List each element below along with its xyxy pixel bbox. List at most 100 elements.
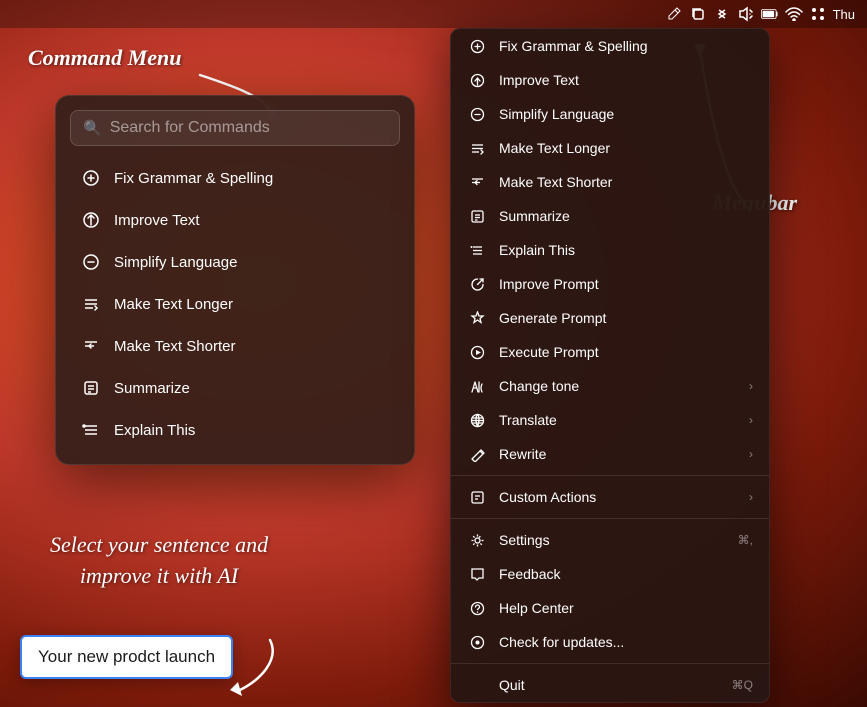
- pen-edit-icon[interactable]: [665, 5, 683, 23]
- selected-text: Your new prodct launch: [38, 647, 215, 666]
- dd-rewrite[interactable]: Rewrite ›: [451, 437, 769, 471]
- dd-item-label: Help Center: [499, 600, 753, 616]
- explain-icon: [80, 419, 102, 441]
- dd-explain[interactable]: Explain This: [451, 233, 769, 267]
- dd-improve-prompt-icon: [467, 274, 487, 294]
- dd-translate[interactable]: Translate ›: [451, 403, 769, 437]
- copy-icon[interactable]: [689, 5, 707, 23]
- dd-item-label: Simplify Language: [499, 106, 753, 122]
- dd-item-label: Execute Prompt: [499, 344, 753, 360]
- dd-item-label: Summarize: [499, 208, 753, 224]
- annotation-line2: improve it with AI: [50, 561, 268, 592]
- dd-item-label: Generate Prompt: [499, 310, 753, 326]
- cmd-item-summarize[interactable]: Summarize: [70, 368, 400, 408]
- make-shorter-icon: [80, 335, 102, 357]
- dd-item-label: Rewrite: [499, 446, 737, 462]
- dd-summarize[interactable]: Summarize: [451, 199, 769, 233]
- dd-longer[interactable]: Make Text Longer: [451, 131, 769, 165]
- dd-item-label: Make Text Shorter: [499, 174, 753, 190]
- cmd-item-label: Simplify Language: [114, 254, 237, 271]
- command-menu-panel: 🔍 Fix Grammar & Spelling Improve Text: [55, 95, 415, 465]
- search-input[interactable]: [110, 119, 387, 137]
- dd-summarize-icon: [467, 206, 487, 226]
- dd-simplify-icon: [467, 104, 487, 124]
- dd-help[interactable]: Help Center: [451, 591, 769, 625]
- annotation-line1: Select your sentence and: [50, 530, 268, 561]
- submenu-arrow: ›: [749, 490, 753, 504]
- cmd-item-simplify[interactable]: Simplify Language: [70, 242, 400, 282]
- dd-feedback-icon: [467, 564, 487, 584]
- dd-update-icon: [467, 632, 487, 652]
- dropdown-menu: Fix Grammar & Spelling Improve Text Simp…: [450, 28, 770, 703]
- cmd-item-fix-grammar[interactable]: Fix Grammar & Spelling: [70, 158, 400, 198]
- cmd-item-improve-text[interactable]: Improve Text: [70, 200, 400, 240]
- dd-item-label: Change tone: [499, 378, 737, 394]
- bluetooth-icon[interactable]: [713, 5, 731, 23]
- dd-execute-icon: [467, 342, 487, 362]
- dd-rewrite-icon: [467, 444, 487, 464]
- dd-change-tone[interactable]: Change tone ›: [451, 369, 769, 403]
- selected-text-box: Your new prodct launch: [20, 635, 233, 679]
- dd-quit[interactable]: Quit ⌘Q: [451, 668, 769, 702]
- submenu-arrow: ›: [749, 447, 753, 461]
- menubar-icons: Thu: [665, 5, 855, 23]
- simplify-icon: [80, 251, 102, 273]
- dd-explain-icon: [467, 240, 487, 260]
- dd-feedback[interactable]: Feedback: [451, 557, 769, 591]
- keyboard-shortcut: ⌘Q: [732, 678, 753, 692]
- dd-settings-icon: [467, 530, 487, 550]
- command-menu-items: Fix Grammar & Spelling Improve Text Simp…: [70, 158, 400, 450]
- dd-item-label: Quit: [499, 677, 720, 693]
- make-longer-icon: [80, 293, 102, 315]
- dd-item-label: Improve Text: [499, 72, 753, 88]
- menubar: Thu: [0, 0, 867, 28]
- dd-settings[interactable]: Settings ⌘,: [451, 523, 769, 557]
- dd-simplify[interactable]: Simplify Language: [451, 97, 769, 131]
- dd-check-updates[interactable]: Check for updates...: [451, 625, 769, 659]
- submenu-arrow: ›: [749, 379, 753, 393]
- dd-item-label: Make Text Longer: [499, 140, 753, 156]
- dd-improve-text[interactable]: Improve Text: [451, 63, 769, 97]
- search-icon: 🔍: [83, 119, 102, 137]
- dd-improve-icon: [467, 70, 487, 90]
- keyboard-shortcut: ⌘,: [738, 533, 753, 547]
- cmd-item-label: Fix Grammar & Spelling: [114, 170, 273, 187]
- wifi-icon[interactable]: [785, 5, 803, 23]
- summarize-icon: [80, 377, 102, 399]
- cmd-item-shorter[interactable]: Make Text Shorter: [70, 326, 400, 366]
- dd-fix-grammar[interactable]: Fix Grammar & Spelling: [451, 29, 769, 63]
- cmd-item-label: Make Text Longer: [114, 296, 233, 313]
- dd-item-label: Fix Grammar & Spelling: [499, 38, 753, 54]
- dd-custom-icon: [467, 487, 487, 507]
- separator: [451, 475, 769, 476]
- cmd-item-label: Make Text Shorter: [114, 338, 235, 355]
- dd-improve-prompt[interactable]: Improve Prompt: [451, 267, 769, 301]
- dd-shorter[interactable]: Make Text Shorter: [451, 165, 769, 199]
- dd-custom-actions[interactable]: Custom Actions ›: [451, 480, 769, 514]
- dd-help-icon: [467, 598, 487, 618]
- dd-shorter-icon: [467, 172, 487, 192]
- dd-item-label: Translate: [499, 412, 737, 428]
- dd-execute-prompt[interactable]: Execute Prompt: [451, 335, 769, 369]
- dd-tone-icon: [467, 376, 487, 396]
- dd-item-label: Custom Actions: [499, 489, 737, 505]
- dd-item-label: Improve Prompt: [499, 276, 753, 292]
- separator: [451, 518, 769, 519]
- dd-longer-icon: [467, 138, 487, 158]
- search-bar[interactable]: 🔍: [70, 110, 400, 146]
- cmd-item-explain[interactable]: Explain This: [70, 410, 400, 450]
- dd-item-label: Check for updates...: [499, 634, 753, 650]
- dd-item-label: Feedback: [499, 566, 753, 582]
- control-center-icon[interactable]: [809, 5, 827, 23]
- command-menu-annotation: Command Menu: [28, 45, 181, 71]
- cmd-item-label: Improve Text: [114, 212, 200, 229]
- dd-fix-grammar-icon: [467, 36, 487, 56]
- mute-icon[interactable]: [737, 5, 755, 23]
- submenu-arrow: ›: [749, 413, 753, 427]
- cmd-item-label: Explain This: [114, 422, 195, 439]
- cmd-item-label: Summarize: [114, 380, 190, 397]
- dd-item-label: Settings: [499, 532, 726, 548]
- dd-quit-icon: [467, 675, 487, 695]
- cmd-item-longer[interactable]: Make Text Longer: [70, 284, 400, 324]
- dd-generate-prompt[interactable]: Generate Prompt: [451, 301, 769, 335]
